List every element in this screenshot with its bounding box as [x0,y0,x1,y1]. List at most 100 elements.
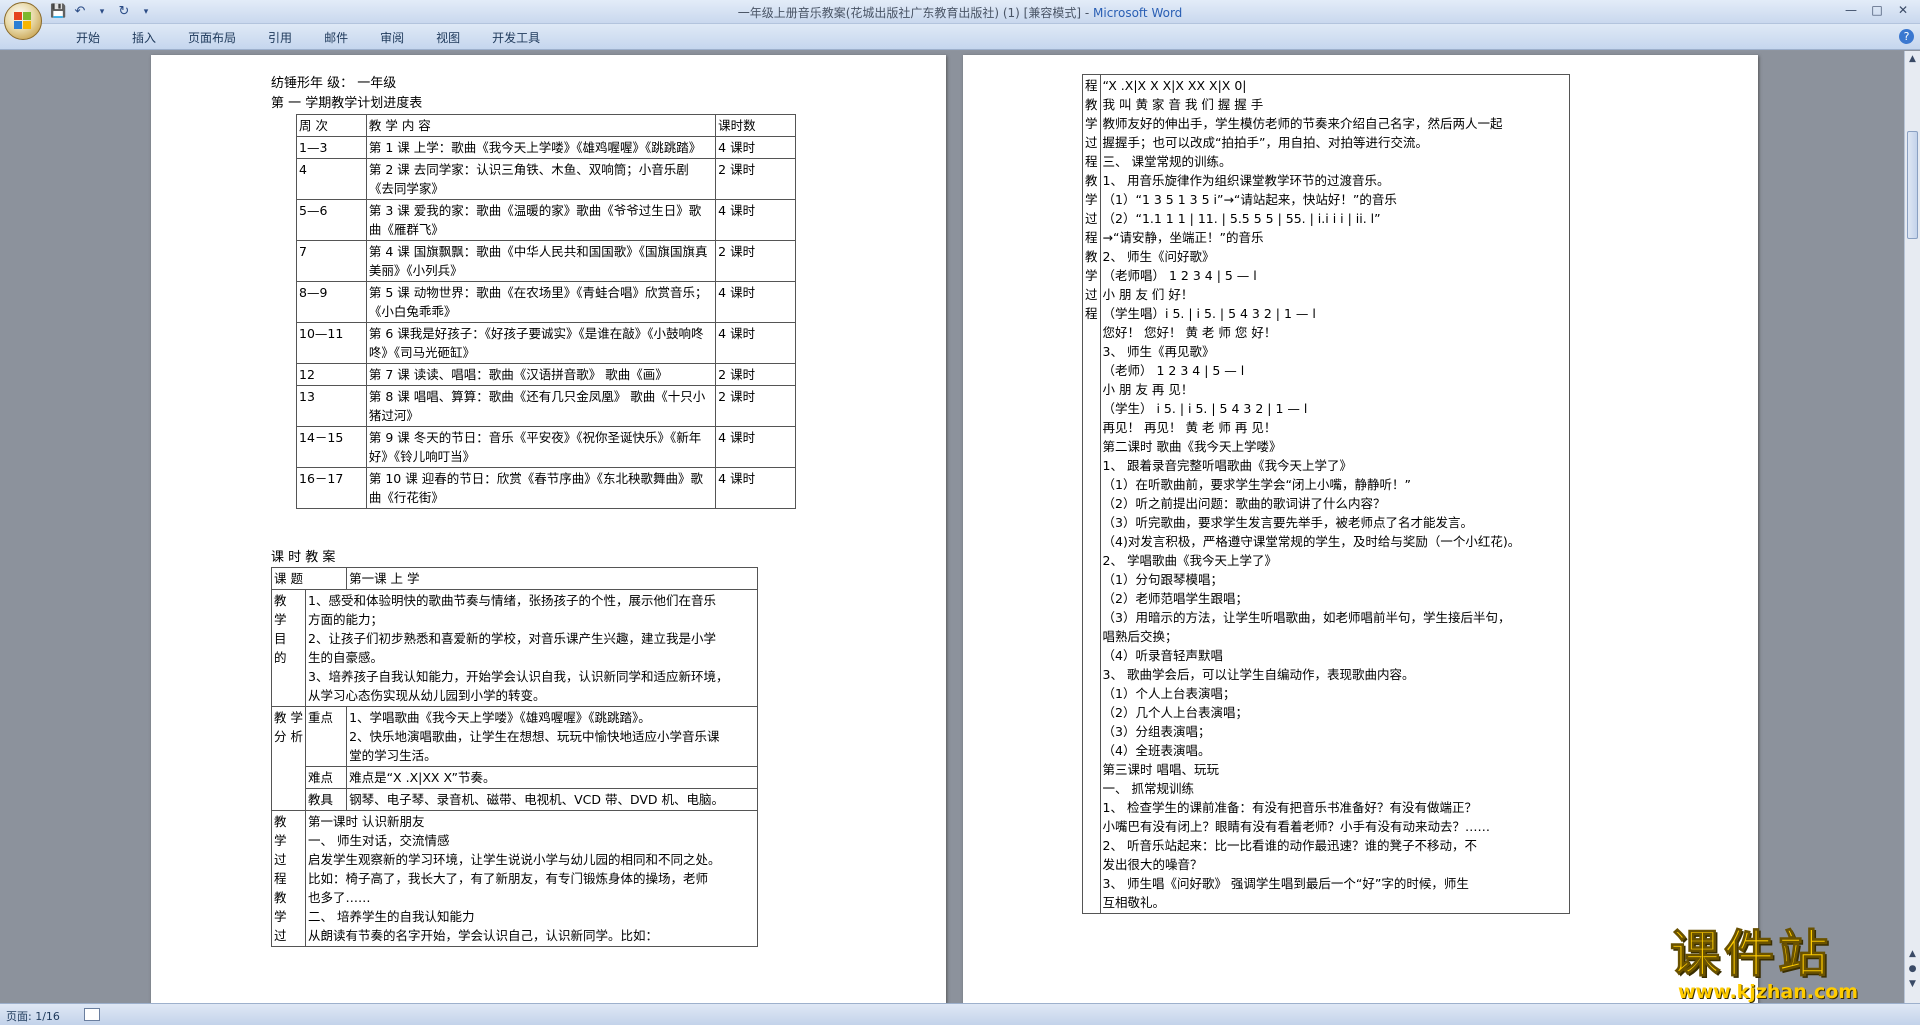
proofing-icon[interactable] [84,1008,100,1021]
table-cell: 4 课时 [715,467,796,509]
process-line: 唱熟后交换； [1102,629,1178,644]
topic-value: 第一课 上 学 [346,567,758,590]
tab-developer[interactable]: 开发工具 [476,29,556,47]
tab-mailings[interactable]: 邮件 [308,29,364,47]
side-label-char: 教 [1085,249,1098,264]
table-cell: 5—6 [296,199,367,241]
table-row: 13 第 8 课 唱唱、算算：歌曲《还有几只金凤凰》 歌曲《十只小猪过河》 2 课时 [296,385,796,427]
help-icon[interactable]: ? [1899,29,1914,44]
title-bar: 💾 ↶ ▾ ↻ ▾ 一年级上册音乐教案(花城出版社广东教育出版社) (1) [兼… [0,0,1920,24]
process-side-label: 程教学过程教学过程教学过程 [1082,74,1101,914]
schedule-title: 第 一 学期教学计划进度表 [271,96,423,111]
goal-label: 教学目的 [271,589,306,707]
key-content: 1、学唱歌曲《我今天上学喽》《雄鸡喔喔》《跳跳踏》。 2、快乐地演唱歌曲，让学生在… [346,706,758,767]
tab-review[interactable]: 审阅 [364,29,420,47]
office-button[interactable] [4,2,42,40]
table-cell: 10—11 [296,322,367,364]
process-line: 2、 听音乐站起来：比一比看谁的动作最迅速？谁的凳子不移动，不 [1102,838,1477,853]
prev-page-icon[interactable]: ▲ [1906,947,1919,961]
goal-content: 1、感受和体验明快的歌曲节奏与情绪，张扬孩子的个性，展示他们在音乐 方面的能力； 2… [305,589,758,707]
goal-label-char: 目 [274,631,287,646]
side-label-char: 教 [1085,97,1098,112]
table-cell: 2 课时 [715,240,796,282]
table-cell: 第 10 课 迎春的节日：欣赏《春节序曲》《东北秧歌舞曲》歌曲《行花街》 [365,467,717,509]
table-cell: 第 7 课 读读、唱唱：歌曲《汉语拼音歌》 歌曲《画》 [365,363,717,386]
goal-line: 3、培养孩子自我认知能力，开始学会认识自我，认识新同学和适应新环境， [308,669,729,684]
process-line: 也多了…… [308,890,371,905]
topic-label: 课 题 [270,567,348,590]
process-line: →“请安静，坐端正！”的音乐 [1102,230,1264,245]
tab-references[interactable]: 引用 [252,29,308,47]
minimize-icon[interactable]: — [1838,1,1864,19]
watermark-url: www.kjzhan.com [1678,981,1859,1003]
ribbon: 开始 插入 页面布局 引用 邮件 审阅 视图 开发工具 ? [0,24,1920,50]
tools-content: 钢琴、电子琴、录音机、磁带、电视机、VCD 带、DVD 机、电脑。 [346,788,758,811]
process-line: 3、 师生唱《问好歌》 强调学生唱到最后一个“好”字的时候，师生 [1102,876,1469,891]
process-line: 您好！ 您好！ 黄 老 师 您 好！ [1102,325,1277,340]
side-label-char: 程 [1085,154,1098,169]
process-continuation-content: “X .X|X X X|X XX X|X 0| 我 叫 黄 家 音 我 们 握 握… [1099,74,1571,914]
tab-home[interactable]: 开始 [60,29,116,47]
table-row: 教学过程教学过 第一课时 认识新朋友 一、 师生对话，交流情感 启发学生观察新的学习… [271,810,758,947]
table-cell: 4 课时 [715,426,796,468]
document-page-2[interactable]: 程教学过程教学过程教学过程 “X .X|X X X|X XX X|X 0| 我 叫… [963,55,1758,1003]
process-line: 1、 跟着录音完整听唱歌曲《我今天上学了》 [1102,458,1352,473]
scroll-thumb[interactable] [1907,131,1918,239]
table-row: 周 次 教 学 内 容 课时数 [296,114,796,137]
next-page-icon[interactable]: ▼ [1906,977,1919,991]
process-line: 一、 师生对话，交流情感 [308,833,450,848]
process-line: 小 朋 友 们 好！ [1102,287,1194,302]
process-line: 发出很大的噪音？ [1102,857,1203,872]
goal-label-char: 的 [274,650,287,665]
table-row: 8—9 第 5 课 动物世界：歌曲《在农场里》《青蛙合唱》欣赏音乐；《小白兔乖乖》… [296,281,796,323]
analysis-label-line: 教 学 [274,710,303,725]
close-icon[interactable]: ✕ [1890,1,1916,19]
process-line: （3）听完歌曲，要求学生发言要先举手，被老师点了名才能发言。 [1102,515,1473,530]
process-line: （1）个人上台表演唱； [1102,686,1236,701]
process-line: （1）在听歌曲前，要求学生学会“闭上小嘴，静静听！” [1102,477,1411,492]
scroll-up-icon[interactable]: ▲ [1906,52,1919,66]
table-cell: 4 [296,158,367,200]
table-cell: 第 2 课 去同学家：认识三角铁、木鱼、双响筒；小音乐剧《去同学家》 [365,158,717,200]
side-label-char: 过 [1085,287,1098,302]
process-line: 1、 用音乐旋律作为组织课堂教学环节的过渡音乐。 [1102,173,1390,188]
process-line: （老师唱） 1 2 3 4 | 5 — l [1102,268,1257,283]
process-line: 小嘴巴有没有闭上？眼睛有没有看着老师？小手有没有动来动去？…… [1102,819,1491,834]
process-label-char: 教 [274,814,287,829]
process-line: （2）“1.1 1 1 | 11. | 5.5 5 5 | 55. | i.i … [1102,211,1381,226]
goal-line: 生的自豪感。 [308,650,384,665]
process-line: 从朗读有节奏的名字开始，学会认识自己，认识新同学。比如： [308,928,659,943]
process-line: 第二课时 歌曲《我今天上学喽》 [1102,439,1282,454]
schedule-body: 1—3 第 1 课 上学：歌曲《我今天上学喽》《雄鸡喔喔》《跳跳踏》 4 课时 4 第 … [296,136,796,509]
process-line: （1）“1 3 5 1 3 5 i”→“请站起来，快站好！”的音乐 [1102,192,1397,207]
process-line: 握握手；也可以改成“拍拍手”，用自拍、对拍等进行交流。 [1102,135,1428,150]
process-line: （学生唱）i 5. | i 5. | 5 4 3 2 | 1 — l [1102,306,1316,321]
table-row: 教具 钢琴、电子琴、录音机、磁带、电视机、VCD 带、DVD 机、电脑。 [272,788,758,811]
browse-object-icon[interactable]: ● [1906,962,1919,976]
process-line: （老师） 1 2 3 4 | 5 — l [1102,363,1245,378]
vertical-scrollbar[interactable]: ▲ ▲ ● ▼ [1904,51,1920,1003]
side-label-char: 学 [1085,268,1098,283]
table-cell: 1—3 [296,136,367,159]
key-line: 1、学唱歌曲《我今天上学喽》《雄鸡喔喔》《跳跳踏》。 [349,710,651,725]
tab-view[interactable]: 视图 [420,29,476,47]
table-cell: 4 课时 [715,322,796,364]
document-page-1[interactable]: 纺锤形年 级： 一年级 第 一 学期教学计划进度表 周 次 教 学 内 容 课时… [151,55,946,1003]
window-controls: — □ ✕ [1838,1,1916,19]
page-count-status[interactable]: 页面: 1/16 [6,1008,60,1024]
table-cell: 第 3 课 爱我的家：歌曲《温暖的家》歌曲《爷爷过生日》歌曲《雁群飞》 [365,199,717,241]
side-label-char: 过 [1085,211,1098,226]
analysis-label-line: 分 析 [274,729,303,744]
maximize-icon[interactable]: □ [1864,1,1890,19]
table-cell: 2 课时 [715,385,796,427]
process-line: （2）老师范唱学生跟唱； [1102,591,1248,606]
process-line: 互相敬礼。 [1102,895,1166,910]
table-row: 14－15 第 9 课 冬天的节日：音乐《平安夜》《祝你圣诞快乐》《新年好》《铃儿… [296,426,796,468]
process-line: （2）几个人上台表演唱； [1102,705,1248,720]
lesson-table: 课 题 第一课 上 学 教学目的 1、感受和体验明快的歌曲节奏与情绪，张扬孩子的… [270,567,758,947]
tab-page-layout[interactable]: 页面布局 [172,29,252,47]
tab-insert[interactable]: 插入 [116,29,172,47]
window-title: 一年级上册音乐教案(花城出版社广东教育出版社) (1) [兼容模式] - Mic… [0,4,1920,21]
side-label-char: 程 [1085,306,1098,321]
table-cell: 第 5 课 动物世界：歌曲《在农场里》《青蛙合唱》欣赏音乐；《小白兔乖乖》 [365,281,717,323]
